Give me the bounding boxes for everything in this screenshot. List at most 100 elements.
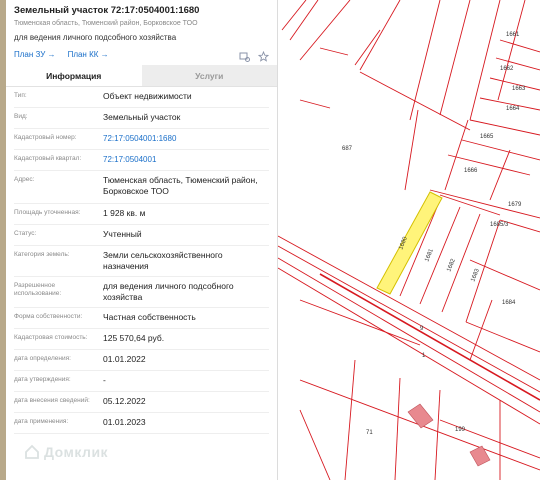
property-label: Статус:	[14, 230, 37, 237]
boundary-line	[469, 119, 540, 136]
boundary-line	[344, 359, 356, 480]
purpose-text: для ведения личного подсобного хозяйства	[14, 33, 177, 42]
boundary-line	[434, 389, 441, 480]
property-label: дата применения:	[14, 418, 69, 425]
parcel-label: 1685/3	[490, 222, 509, 228]
road-line	[277, 267, 540, 425]
road-line	[277, 257, 540, 413]
plan-kk-link[interactable]: План КК →	[68, 50, 109, 59]
boundary-line	[429, 189, 540, 219]
header-actions	[239, 49, 270, 62]
boundary-line	[299, 409, 331, 480]
parcel-label: 687	[342, 146, 353, 152]
parcel-label: 1681	[424, 248, 435, 263]
property-label: Адрес:	[14, 176, 35, 183]
property-label: Тип:	[14, 92, 27, 99]
boundary-line	[354, 29, 381, 66]
tab-info[interactable]: Информация	[6, 65, 142, 86]
property-label: Форма собственности:	[14, 313, 83, 320]
parcel-label: 1666	[464, 168, 478, 174]
boundary-line	[447, 154, 531, 176]
property-label: дата определения:	[14, 355, 71, 362]
building	[469, 445, 491, 467]
share-icon[interactable]	[239, 49, 250, 62]
property-value: 01.01.2022	[103, 354, 146, 364]
property-label: Разрешенное использование:	[14, 282, 62, 297]
property-row: Адрес: Тюменская область, Тюменский райо…	[14, 171, 269, 204]
parcel-label: 1661	[506, 32, 520, 38]
boundary-line	[489, 149, 511, 201]
property-row: Вид: Земельный участок	[14, 108, 269, 129]
parcel-label: 1679	[508, 202, 522, 208]
panel-header: Земельный участок 72:17:0504001:1680 Тюм…	[6, 0, 277, 62]
boundary-line	[469, 0, 501, 121]
property-value: 05.12.2022	[103, 396, 146, 406]
property-label: Площадь уточненная:	[14, 209, 81, 216]
property-row: дата внесения сведений: 05.12.2022	[14, 392, 269, 413]
boundary-line	[394, 377, 401, 480]
cadastral-quarter-link[interactable]: 72:17:0504001	[103, 150, 269, 170]
highlighted-parcel-1680[interactable]	[376, 191, 443, 295]
address-subtitle: Тюменская область, Тюменский район, Борк…	[14, 20, 198, 27]
property-label: Кадастровый номер:	[14, 134, 77, 141]
property-row: Категория земель: Земли сельскохозяйстве…	[14, 246, 269, 277]
boundary-line	[499, 39, 540, 53]
property-value: 1 928 кв. м	[103, 208, 146, 218]
property-value: -	[103, 375, 106, 385]
boundary-line	[465, 321, 540, 353]
star-icon[interactable]	[257, 49, 270, 62]
property-label: Кадастровый квартал:	[14, 155, 82, 162]
property-row: Разрешенное использование: для ведения л…	[14, 277, 269, 308]
boundary-line	[281, 0, 307, 31]
property-value: 125 570,64 руб.	[103, 333, 165, 343]
property-row: Кадастровый квартал: 72:17:0504001	[14, 150, 269, 171]
property-row: дата определения: 01.01.2022	[14, 350, 269, 371]
road-line	[277, 245, 540, 393]
boundary-line	[469, 259, 540, 291]
boundary-line	[319, 47, 349, 56]
property-label: Категория земель:	[14, 251, 70, 258]
property-row: Форма собственности: Частная собственнос…	[14, 308, 269, 329]
boundary-line	[359, 0, 401, 71]
boundary-line	[299, 0, 351, 61]
parcel-label: 1663	[512, 86, 526, 92]
tab-services[interactable]: Услуги	[141, 65, 277, 86]
property-label: Кадастровая стоимость:	[14, 334, 88, 341]
property-row: дата утверждения: -	[14, 371, 269, 392]
boundary-line	[409, 0, 441, 121]
parcel-label: 1664	[506, 106, 520, 112]
property-label: дата внесения сведений:	[14, 397, 90, 404]
property-value: для ведения личного подсобного хозяйства	[103, 281, 234, 302]
house-logo-icon	[25, 444, 39, 459]
boundary-line	[439, 419, 540, 459]
property-row: дата применения: 01.01.2023	[14, 413, 269, 434]
parcel-label: 1662	[500, 66, 514, 72]
boundary-line	[469, 299, 493, 361]
property-row: Кадастровый номер: 72:17:0504001:1680	[14, 129, 269, 150]
boundary-line	[289, 0, 319, 41]
boundary-line	[404, 109, 419, 191]
parcel-label: 71	[366, 430, 373, 436]
plan-links: План ЗУ → План КК →	[14, 47, 270, 62]
property-value: Земли сельскохозяйственного назначения	[103, 250, 223, 271]
properties-list: Тип: Объект недвижимости Вид: Земельный …	[6, 87, 277, 434]
cadastral-number-link[interactable]: 72:17:0504001:1680	[103, 129, 269, 149]
watermark: Домклик	[24, 444, 108, 460]
plan-zu-link[interactable]: План ЗУ →	[14, 50, 56, 59]
property-row: Тип: Объект недвижимости	[14, 87, 269, 108]
parcel-label: 1684	[502, 300, 516, 306]
parcel-label: 1665	[480, 134, 494, 140]
parcel-label: 199	[455, 427, 466, 433]
watermark-text: Домклик	[44, 444, 109, 460]
parcel-label: 1682	[446, 258, 457, 273]
building	[407, 403, 434, 429]
boundary-line	[461, 139, 540, 161]
boundary-line	[299, 299, 421, 346]
tab-bar: Информация Услуги	[6, 65, 277, 87]
property-value: Тюменская область, Тюменский район, Борк…	[103, 175, 258, 196]
property-row: Статус: Учтенный	[14, 225, 269, 246]
property-row: Кадастровая стоимость: 125 570,64 руб.	[14, 329, 269, 350]
property-value: Объект недвижимости	[103, 91, 192, 101]
info-panel: Земельный участок 72:17:0504001:1680 Тюм…	[6, 0, 278, 480]
property-label: Вид:	[14, 113, 28, 120]
